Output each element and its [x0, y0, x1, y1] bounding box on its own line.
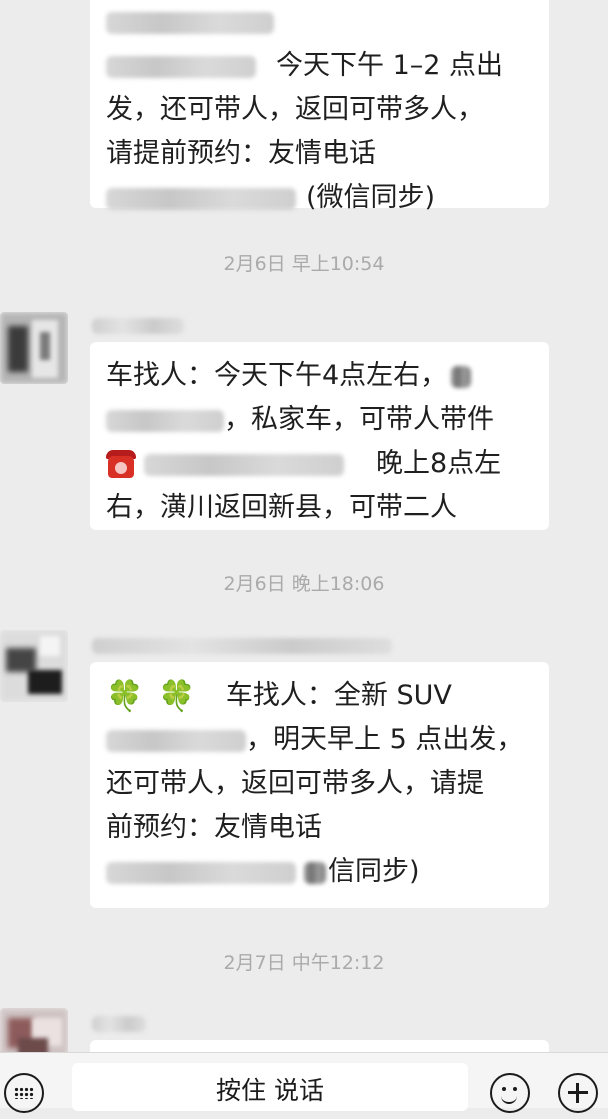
message-text: 信同步)	[328, 856, 420, 887]
redacted-text	[106, 729, 246, 752]
clover-icon: 🍀	[157, 678, 196, 714]
message-timestamp: 2月6日 晚上18:06	[223, 573, 385, 595]
redacted-text	[451, 365, 472, 388]
keyboard-icon[interactable]	[4, 1073, 44, 1113]
sender-name-redacted	[92, 638, 392, 654]
hold-to-talk-button[interactable]: 按住 说话	[72, 1063, 468, 1111]
sender-name-redacted	[92, 1016, 146, 1032]
message-text: ，私家车，可带人带件	[224, 404, 494, 435]
message-text: 车找人：今天下午4点左右，	[106, 360, 448, 391]
plus-icon[interactable]	[558, 1073, 598, 1113]
message-text: 今天下午 1–2 点出	[276, 50, 504, 81]
emoji-icon[interactable]	[490, 1073, 530, 1113]
message-text: 请提前预约：友情电话	[106, 138, 376, 169]
redacted-text	[106, 11, 274, 34]
redacted-phone	[106, 861, 296, 884]
message-line: 发，还可带人，返回可带多人，	[106, 88, 533, 132]
message-text: 车找人：全新 SUV	[225, 680, 452, 711]
redacted-text	[106, 409, 224, 432]
avatar[interactable]	[0, 630, 68, 702]
redacted-phone	[106, 187, 296, 210]
message-line: 🍀 🍀 车找人：全新 SUV	[106, 674, 533, 718]
message-line: 右，潢川返回新县，可带二人	[106, 486, 533, 530]
avatar[interactable]	[0, 1008, 68, 1052]
message-line: 还可带人，返回可带多人，请提	[106, 762, 533, 806]
message-line: 晚上8点左	[106, 442, 533, 486]
message-line: ，私家车，可带人带件	[106, 398, 533, 442]
avatar[interactable]	[0, 312, 68, 384]
chat-area[interactable]: 今天下午 1–2 点出 发，还可带人，返回可带多人， 请提前预约：友情电话 (微…	[0, 0, 608, 1052]
sender-name-redacted	[92, 318, 184, 334]
redacted-text	[304, 861, 326, 884]
message-bubble[interactable]	[90, 1040, 549, 1052]
message-text: 还可带人，返回可带多人，请提	[106, 768, 484, 799]
redacted-text	[106, 55, 256, 78]
message-line: 前预约：友情电话	[106, 806, 533, 850]
message-line: 车找人：今天下午4点左右，	[106, 354, 533, 398]
message-timestamp: 2月7日 中午12:12	[223, 952, 385, 974]
message-text: 晚上8点左	[376, 448, 502, 479]
message-bubble[interactable]: 🍀 🍀 车找人：全新 SUV ，明天早上 5 点出发， 还可带人，返回可带多人，…	[90, 662, 549, 908]
input-bar: 按住 说话	[0, 1052, 608, 1113]
message-bubble[interactable]: 今天下午 1–2 点出 发，还可带人，返回可带多人， 请提前预约：友情电话 (微…	[90, 0, 549, 213]
message-line: 今天下午 1–2 点出	[106, 44, 533, 88]
message-text: ，明天早上 5 点出发，	[246, 724, 524, 755]
message-line	[106, 0, 533, 44]
message-text: 前预约：友情电话	[106, 812, 322, 843]
message-text: 右，潢川返回新县，可带二人	[106, 492, 457, 523]
phone-icon	[106, 449, 136, 480]
message-line: ，明天早上 5 点出发，	[106, 718, 533, 762]
message-line: 请提前预约：友情电话	[106, 132, 533, 176]
message-timestamp: 2月6日 早上10:54	[223, 253, 385, 275]
clover-icon: 🍀	[106, 678, 144, 714]
message-text: 发，还可带人，返回可带多人，	[106, 94, 484, 125]
message-text: (微信同步)	[306, 182, 436, 213]
message-line: 信同步)	[106, 850, 533, 894]
message-bubble[interactable]: 车找人：今天下午4点左右， ，私家车，可带人带件 晚上8点左 右，潢川返回新县，…	[90, 342, 549, 530]
message-line: (微信同步)	[106, 176, 533, 220]
redacted-phone	[144, 453, 344, 476]
